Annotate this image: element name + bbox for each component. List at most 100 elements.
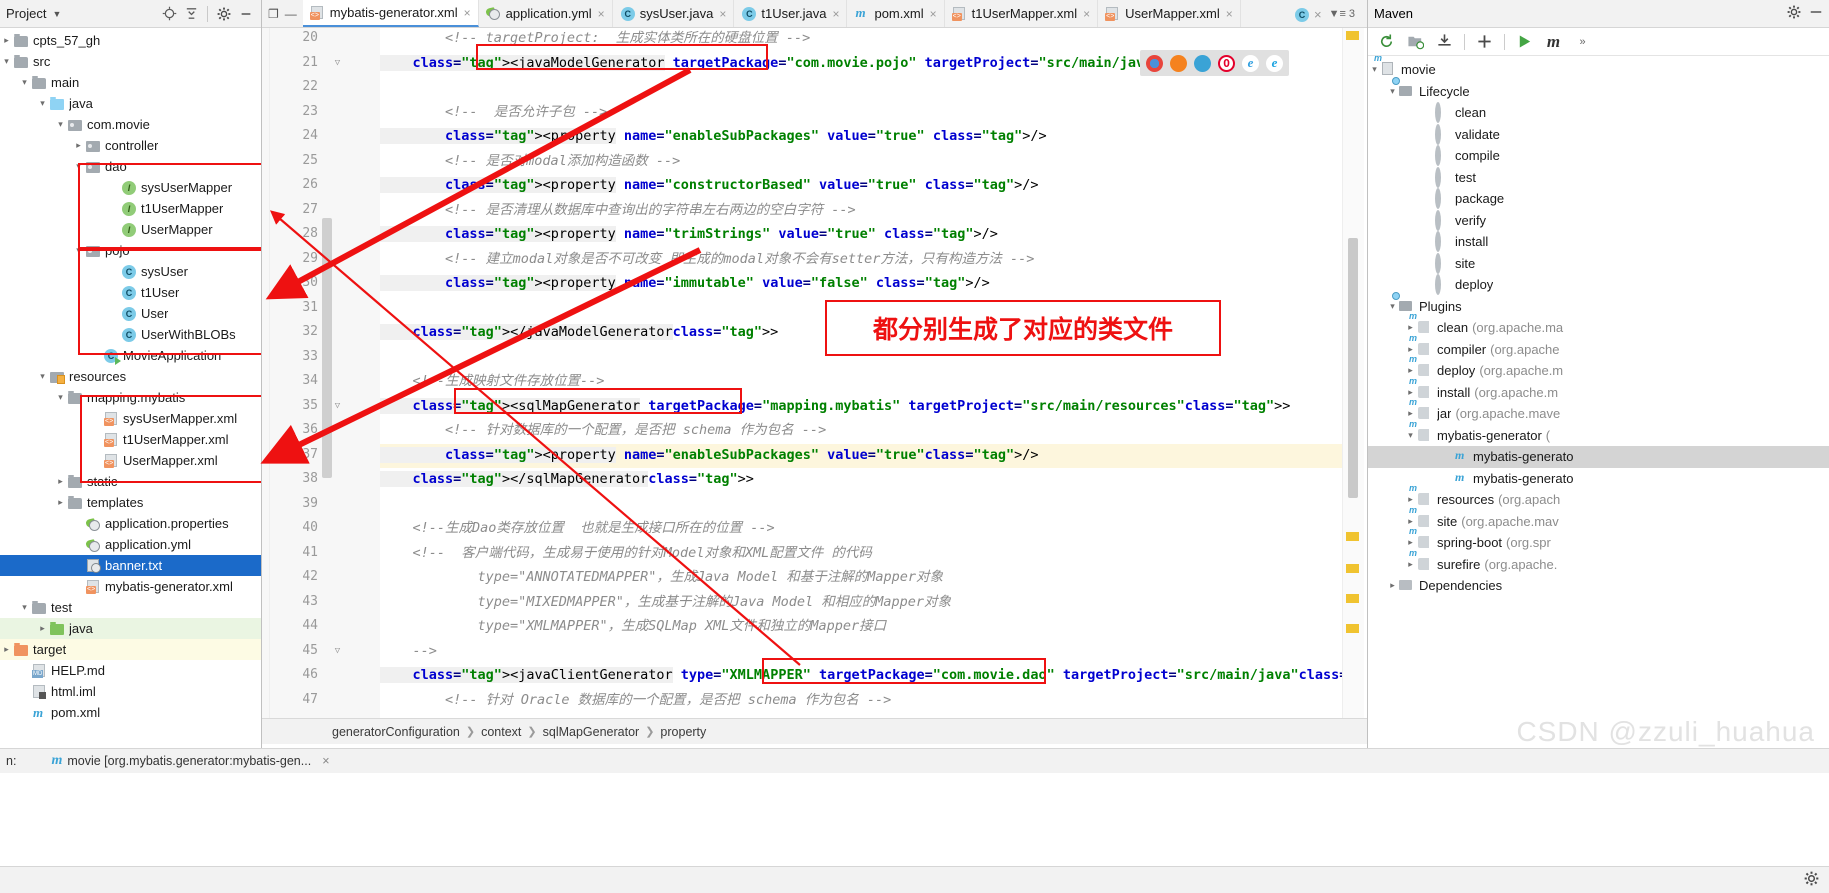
gear-icon[interactable] — [215, 5, 233, 23]
editor-tab-usermapper-xml[interactable]: UserMapper.xml × — [1098, 0, 1241, 27]
pin-icon[interactable]: ❐ — [268, 7, 279, 21]
opera-icon[interactable]: O — [1218, 54, 1235, 72]
chevron-right-icon[interactable]: ▸ — [1404, 559, 1417, 570]
refresh-icon[interactable] — [1377, 32, 1396, 51]
chevron-down-icon[interactable]: ▾ — [54, 119, 67, 130]
code-line[interactable]: class="tag"><sqlMapGenerator targetPacka… — [380, 397, 1290, 415]
maven-item-compile[interactable]: compile — [1368, 145, 1829, 167]
tab-bar-left-controls[interactable]: ❐ — — [262, 0, 303, 27]
maven-item-test[interactable]: test — [1368, 166, 1829, 189]
breadcrumb-item[interactable]: sqlMapGenerator — [543, 725, 640, 739]
chrome-icon[interactable] — [1146, 54, 1163, 72]
maven-toolbar[interactable]: m » — [1368, 28, 1829, 56]
code-line[interactable]: <!-- 针对 Oracle 数据库的一个配置，是否把 schema 作为包名 … — [380, 692, 891, 709]
code-line[interactable]: <!-- 是否对modal添加构造函数 --> — [380, 153, 680, 170]
code-line[interactable]: --> — [380, 643, 437, 660]
run-icon[interactable] — [1515, 32, 1534, 51]
code-line[interactable]: <!--生成映射文件存放位置--> — [380, 373, 605, 390]
maven-item-mybatis-generator[interactable]: ▾ m mybatis-generator( — [1368, 419, 1829, 447]
chevron-down-icon[interactable]: ▾ — [1386, 301, 1399, 312]
maven-item-site[interactable]: ▸ m site (org.apache.mav — [1368, 505, 1829, 533]
tree-item-controller[interactable]: ▸ controller — [0, 135, 261, 156]
marker-warning[interactable] — [1346, 31, 1359, 40]
code-line[interactable]: <!-- 客户端代码，生成易于使用的针对Model对象和XML配置文件 的代码 — [380, 545, 872, 562]
code-line[interactable]: type="XMLMAPPER"，生成SQLMap XML文件和独立的Mappe… — [380, 618, 887, 635]
maven-item-clean[interactable]: clean — [1368, 102, 1829, 124]
marker-warning[interactable] — [1346, 594, 1359, 603]
breadcrumb[interactable]: generatorConfiguration ❯ context ❯ sqlMapGen… — [262, 718, 1367, 744]
tree-item-t1user[interactable]: Ct1User — [0, 282, 261, 303]
breadcrumb-item[interactable]: generatorConfiguration — [332, 725, 460, 739]
plus-icon[interactable] — [1475, 32, 1494, 51]
chevron-down-icon[interactable]: ▾ — [1386, 86, 1399, 97]
close-icon[interactable]: × — [719, 7, 726, 21]
tree-item-dao[interactable]: ▾ dao — [0, 156, 261, 177]
tree-item-target[interactable]: ▸ target — [0, 639, 261, 660]
close-icon[interactable]: × — [598, 7, 605, 21]
close-icon[interactable]: × — [1083, 7, 1090, 21]
tree-item-user[interactable]: C User — [0, 303, 261, 324]
download-sources-icon[interactable] — [1435, 32, 1454, 51]
close-icon[interactable]: × — [464, 6, 471, 20]
chevron-right-icon[interactable]: ▸ — [1404, 537, 1417, 548]
maven-item-verify[interactable]: verify — [1368, 209, 1829, 232]
maven-item-plugins[interactable]: ▾ Plugins — [1368, 291, 1829, 318]
code-line[interactable]: class="tag"><property name="enableSubPac… — [380, 128, 1047, 145]
firefox-icon[interactable] — [1170, 54, 1187, 72]
maven-item-lifecycle[interactable]: ▾ Lifecycle — [1368, 76, 1829, 103]
tree-item-com-movie[interactable]: ▾ com.movie — [0, 114, 261, 135]
chevron-right-icon[interactable]: ▸ — [72, 140, 85, 151]
editor-tab-t1usermapper-xml[interactable]: t1UserMapper.xml × — [945, 0, 1099, 27]
ie-icon[interactable]: e — [1266, 54, 1283, 72]
code-line[interactable]: type="MIXEDMAPPER"，生成基于注解的Java Model 和相应… — [380, 594, 951, 611]
browser-preview-bar[interactable]: O e e — [1140, 50, 1289, 76]
tree-item-static[interactable]: ▸ static — [0, 471, 261, 492]
locate-icon[interactable] — [160, 5, 178, 23]
tree-item-sysuser[interactable]: CsysUser — [0, 261, 261, 282]
maven-item-deploy[interactable]: deploy — [1368, 274, 1829, 296]
code-line[interactable]: class="tag"></javaModelGeneratorclass="t… — [380, 324, 778, 341]
chevron-down-icon[interactable]: ▾ — [0, 56, 13, 67]
editor-tab-bar[interactable]: ❐—mybatis-generator.xml×application.yml×… — [262, 0, 1367, 28]
code-line[interactable]: class="tag"><property name="trimStrings"… — [380, 226, 998, 243]
tree-item-t1usermapper-xml[interactable]: t1UserMapper.xml — [0, 429, 261, 450]
tree-item-mapping-mybatis[interactable]: ▾ mapping.mybatis — [0, 387, 261, 408]
chevron-right-icon[interactable]: ▸ — [0, 35, 13, 46]
chevron-right-icon[interactable]: ▸ — [1404, 516, 1417, 527]
chevron-down-icon[interactable]: ▾ — [36, 371, 49, 382]
tree-item-html-iml[interactable]: html.iml — [0, 681, 261, 702]
tree-item-src[interactable]: ▾ src — [0, 51, 261, 72]
safari-icon[interactable] — [1194, 54, 1211, 72]
minimize-icon[interactable] — [1809, 5, 1823, 22]
chevron-right-icon[interactable]: ▸ — [54, 497, 67, 508]
close-icon[interactable]: × — [322, 754, 329, 768]
maven-item-clean[interactable]: ▸ m clean (org.apache.ma — [1368, 311, 1829, 339]
gear-icon[interactable] — [1787, 5, 1801, 22]
tree-item-main[interactable]: ▾ main — [0, 72, 261, 93]
editor-code-area[interactable]: <!-- targetProject: 生成实体类所在的硬盘位置 --> cla… — [380, 28, 1342, 718]
code-line[interactable]: <!-- 建立modal对象是否不可改变 即生成的modal对象不会有sette… — [380, 251, 1034, 268]
more-icon[interactable]: » — [1573, 32, 1592, 51]
editor-vertical-scrollbar[interactable] — [1348, 238, 1358, 498]
tree-item-java[interactable]: ▸ java — [0, 618, 261, 639]
breadcrumb-item[interactable]: property — [660, 725, 706, 739]
code-line[interactable]: class="tag"><javaClientGenerator type="X… — [380, 667, 1342, 684]
edge-icon[interactable]: e — [1242, 54, 1259, 72]
add-maven-project-icon[interactable] — [1406, 32, 1425, 51]
tree-item-java[interactable]: ▾ java — [0, 93, 261, 114]
maven-item-mybatis-generato[interactable]: m mybatis-generato — [1368, 468, 1829, 490]
code-line[interactable]: class="tag"><property name="enableSubPac… — [380, 446, 1038, 464]
minimize-icon[interactable]: — — [285, 7, 297, 21]
tree-item-t1usermapper[interactable]: It1UserMapper — [0, 198, 261, 219]
tree-item-pojo[interactable]: ▾ pojo — [0, 240, 261, 261]
editor-tab-pom-xml[interactable]: m pom.xml × — [847, 0, 945, 27]
maven-tree[interactable]: ▾ m movie ▾ Lifecycle clean validate compile tes… — [1368, 53, 1829, 597]
close-icon[interactable]: × — [930, 7, 937, 21]
maven-item-install[interactable]: install — [1368, 231, 1829, 253]
tree-item-sysusermapper-xml[interactable]: sysUserMapper.xml — [0, 408, 261, 429]
chevron-right-icon[interactable]: ▸ — [54, 476, 67, 487]
code-line[interactable]: class="tag"><javaModelGenerator targetPa… — [380, 54, 1266, 72]
editor-tab-application-yml[interactable]: application.yml × — [479, 0, 613, 27]
chevron-right-icon[interactable]: ▸ — [0, 644, 13, 655]
tree-item-test[interactable]: ▾ test — [0, 597, 261, 618]
